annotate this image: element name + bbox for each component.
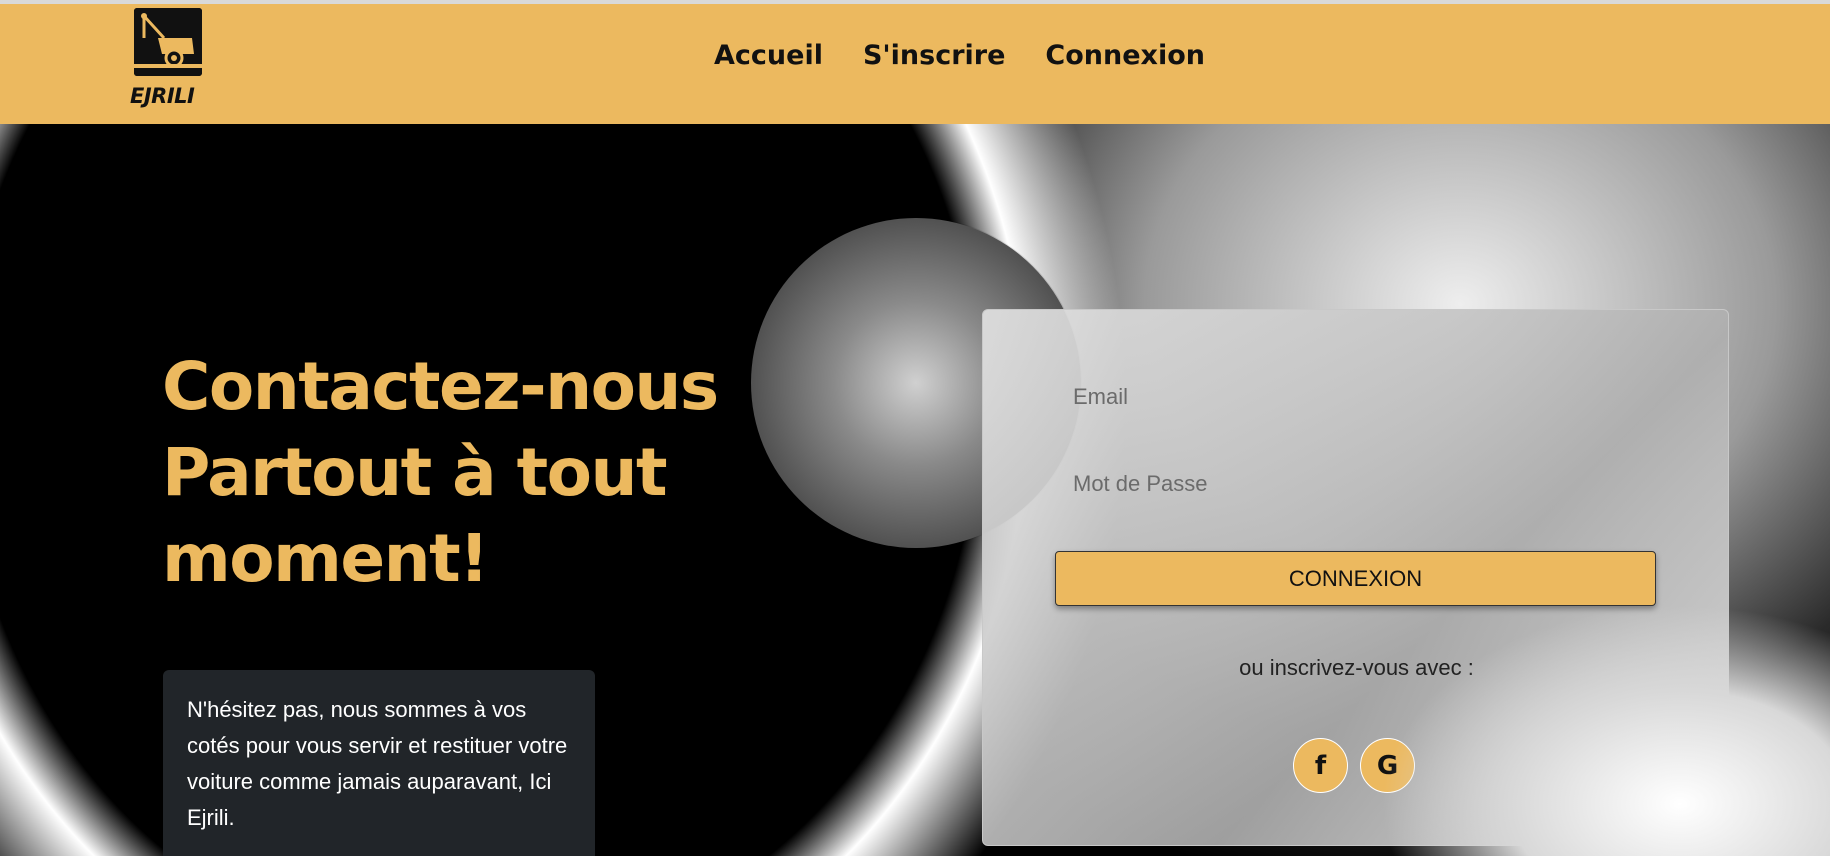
facebook-glyph: f: [1314, 750, 1327, 781]
login-form: CONNEXION ou inscrivez-vous avec : f G: [982, 309, 1729, 846]
brand-logo[interactable]: EJRILI: [128, 6, 208, 110]
main-nav: Accueil S'inscrire Connexion: [714, 40, 1205, 71]
alt-signup-text: ou inscrivez-vous avec :: [1239, 655, 1474, 680]
google-icon[interactable]: G: [1360, 738, 1415, 793]
hero-section: Contactez-nous Partout à tout moment! N'…: [0, 124, 1830, 856]
hero-headline: Contactez-nous Partout à tout moment!: [162, 344, 722, 602]
headline-line-3: moment!: [162, 520, 489, 597]
login-button[interactable]: CONNEXION: [1055, 551, 1656, 606]
facebook-icon[interactable]: f: [1293, 738, 1348, 793]
info-card: N'hésitez pas, nous sommes à vos cotés p…: [163, 670, 595, 856]
nav-item-accueil[interactable]: Accueil: [714, 40, 823, 71]
navbar: EJRILI Accueil S'inscrire Connexion: [0, 4, 1830, 124]
brand-name: EJRILI: [130, 84, 195, 108]
google-glyph: G: [1376, 750, 1399, 781]
social-login-group: f G: [1293, 738, 1415, 793]
email-field[interactable]: [1055, 373, 1655, 421]
tow-truck-icon: [134, 8, 202, 76]
nav-item-inscrire[interactable]: S'inscrire: [863, 40, 1005, 71]
info-text: N'hésitez pas, nous sommes à vos cotés p…: [187, 697, 568, 830]
nav-item-connexion[interactable]: Connexion: [1045, 40, 1205, 71]
password-field[interactable]: [1055, 460, 1655, 508]
headline-line-1: Contactez-nous: [162, 348, 719, 425]
headline-line-2: Partout à tout: [162, 434, 668, 511]
